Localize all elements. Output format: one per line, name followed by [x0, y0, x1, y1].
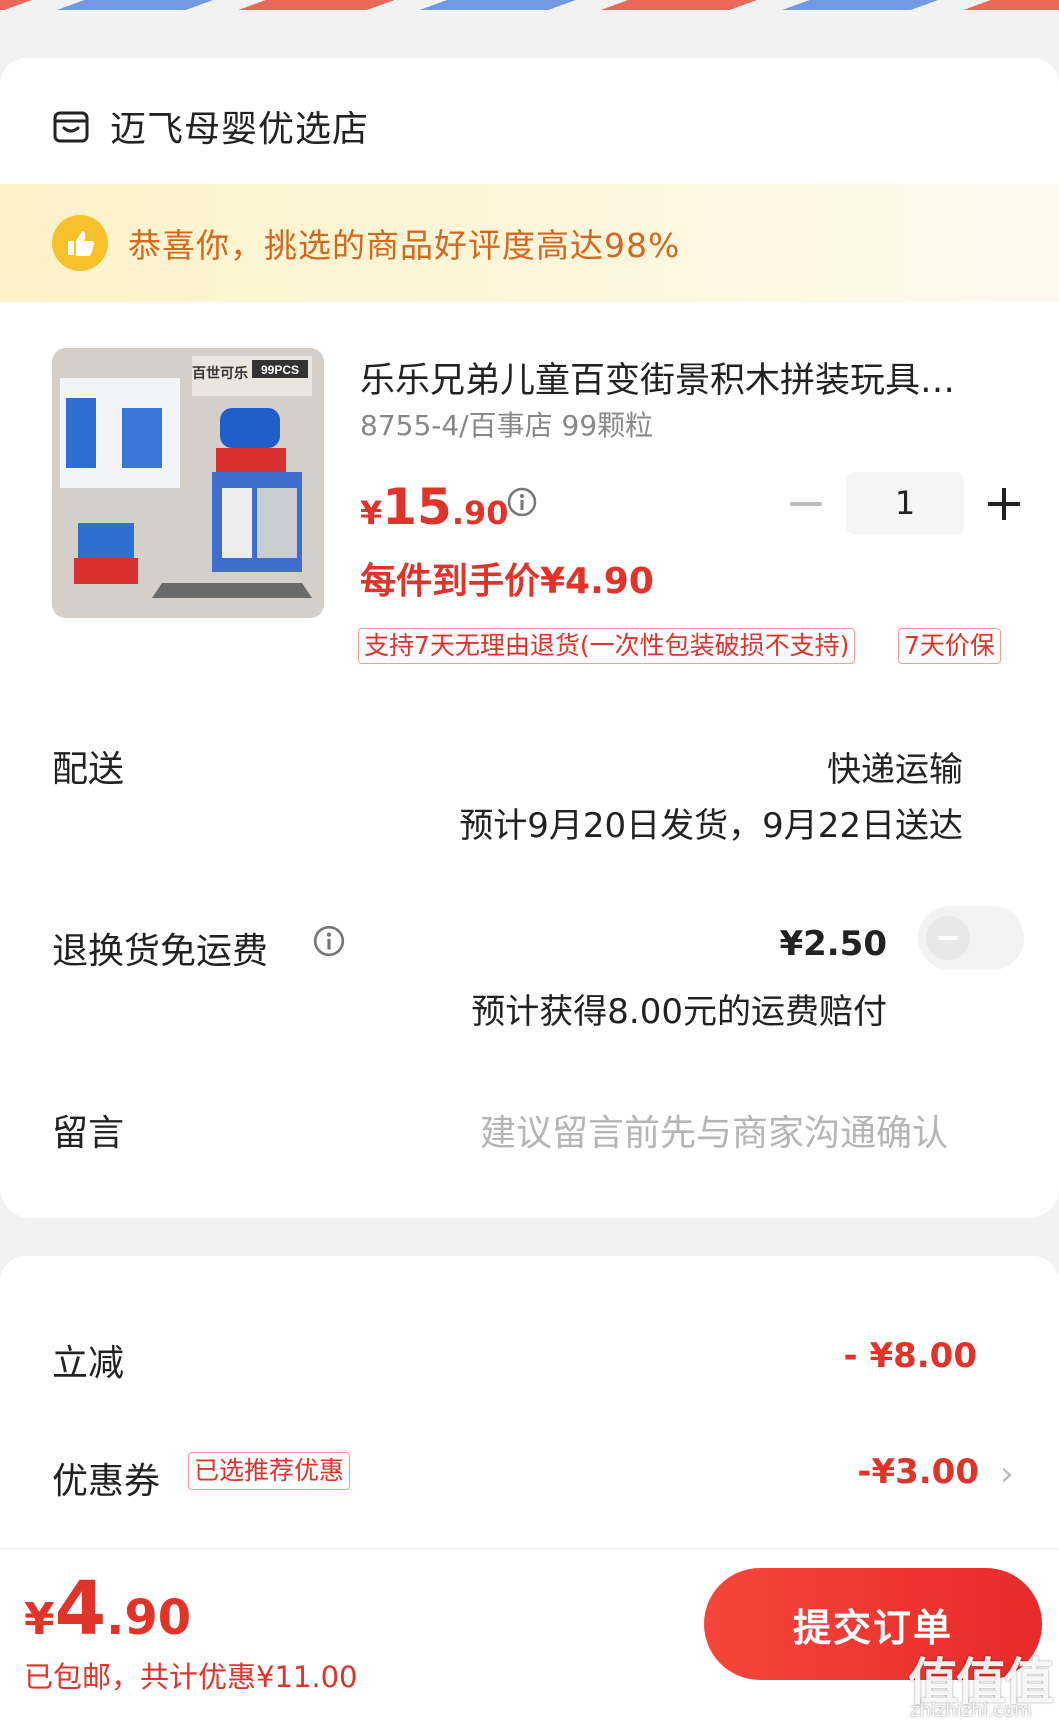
toggle-knob: [926, 916, 970, 960]
price-decimal: .90: [451, 494, 509, 532]
price-integer: 15: [382, 478, 452, 536]
thumbs-up-icon: [52, 215, 108, 271]
return-insurance-info-icon[interactable]: [312, 924, 346, 958]
product-spec[interactable]: 8755-4/百事店 99颗粒: [360, 404, 653, 444]
price-protect-tag: 7天价保: [898, 628, 1001, 664]
product-image[interactable]: 99PCS 百世可乐: [52, 348, 324, 618]
message-label: 留言: [52, 1113, 125, 1154]
product-price: ¥15.90: [360, 478, 509, 536]
watermark-domain: zhizhizhi.com: [910, 1700, 1032, 1721]
quantity-input[interactable]: 1: [846, 472, 964, 534]
price-symbol: ¥: [360, 494, 383, 532]
message-input[interactable]: 建议留言前先与商家沟通确认: [480, 1104, 948, 1156]
coupon-value[interactable]: -¥3.00: [857, 1452, 979, 1492]
quantity-decrease-button[interactable]: [786, 486, 826, 522]
total-integer: 4: [54, 1566, 107, 1652]
price-info-icon[interactable]: [506, 486, 538, 518]
total-symbol: ¥: [24, 1594, 55, 1645]
instant-discount-label: 立减: [52, 1343, 125, 1384]
store-icon: [53, 111, 89, 143]
rating-banner-text: 恭喜你，挑选的商品好评度高达98%: [128, 226, 681, 265]
delivery-label: 配送: [52, 749, 125, 790]
quantity-increase-button[interactable]: [984, 484, 1024, 524]
total-summary: 已包邮，共计优惠¥11.00: [24, 1660, 358, 1694]
shop-header[interactable]: 迈飞母婴优选店: [52, 100, 369, 152]
final-unit-price: 每件到手价¥4.90: [360, 561, 654, 602]
return-insurance-toggle[interactable]: [918, 906, 1024, 970]
product-title[interactable]: 乐乐兄弟儿童百变街景积木拼装玩具…: [360, 352, 1020, 403]
return-insurance-note: 预计获得8.00元的运费赔付: [471, 992, 887, 1032]
image-pcs-label: 99PCS: [261, 363, 299, 377]
coupon-label: 优惠券: [52, 1461, 161, 1502]
chevron-right-icon[interactable]: ›: [1000, 1454, 1014, 1494]
instant-discount-value: - ¥8.00: [843, 1336, 978, 1376]
airmail-stripe: [0, 0, 1059, 10]
shop-name: 迈飞母婴优选店: [110, 109, 370, 150]
image-brand-label: 百世可乐: [192, 365, 248, 382]
total-price: ¥4.90: [24, 1566, 191, 1652]
return-policy-tag: 支持7天无理由退货(一次性包装破损不支持): [358, 628, 856, 664]
total-decimal: .90: [106, 1590, 192, 1646]
discount-card: [0, 1256, 1059, 1576]
delivery-method[interactable]: 快递运输: [827, 742, 963, 791]
delivery-estimate: 预计9月20日发货，9月22日送达: [459, 806, 963, 846]
rating-banner: 恭喜你，挑选的商品好评度高达98%: [0, 184, 1059, 302]
return-insurance-price: ¥2.50: [779, 924, 887, 964]
return-insurance-label: 退换货免运费: [52, 931, 269, 972]
coupon-badge: 已选推荐优惠: [188, 1452, 351, 1490]
